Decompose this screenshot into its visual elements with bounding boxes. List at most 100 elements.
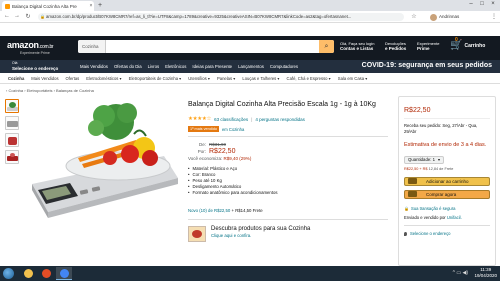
back-icon[interactable]: ← [3,13,11,19]
star-rating-icon[interactable]: ★★★★☆ [188,116,211,122]
price-label: Por: [197,149,206,154]
logo-subtitle[interactable]: Experimente Prime [20,51,50,55]
subnav-item[interactable]: Ofertas [66,76,80,81]
search-button[interactable]: ⌕ [319,40,334,53]
browser-tab[interactable]: Balança Digital Cozinha Alta Pre × [2,1,94,11]
subnav-item[interactable]: Mais Vendidos [31,76,58,81]
amazon-header: amazon.com.br Experimente Prime Cozinha … [0,36,500,60]
bookmark-star-icon[interactable]: ☆ [410,13,418,20]
bestseller-badge[interactable]: 1º mais vendido [188,126,219,132]
cart-count: 0 [455,37,458,43]
product-title: Balança Digital Cozinha Alta Precisão Es… [188,101,376,108]
quantity-select[interactable]: Quantidade: 1 ▾ [404,155,445,164]
seller-info: Enviado e vendido por Unifacil. [404,215,490,221]
reload-icon[interactable]: ↻ [24,13,32,20]
breadcrumb[interactable]: ‹ Cozinha › Eletroportáteis › Balanças d… [6,88,94,93]
seller-link[interactable]: Unifacil. [447,215,462,220]
shipping-cost: R$22,50 + R$ 12,84 de Frete [404,166,454,171]
ratings-count-link[interactable]: 63 classificações [214,117,248,122]
search-bar: Cozinha ⌕ [78,40,334,53]
new-offers-link[interactable]: Novo (10) de R$22,50 [188,208,230,213]
questions-link[interactable]: 4 perguntas respondidas [255,117,305,122]
tray-icons[interactable]: ^ ▭ ◀) [453,270,468,276]
nav-link[interactable]: Ideias para Presente [192,64,232,69]
secure-label: Sua transação é segura [410,205,456,211]
secure-transaction-link[interactable]: 🔒 Sua transação é segura [404,206,490,211]
address-bar[interactable]: 🔒 amazon.com.br/dp/product/B07KW8CMR7/re… [38,13,404,21]
window-close-button[interactable]: × [488,1,498,7]
ship-by-label: Enviado e vendido por [404,214,446,220]
image-thumbnails [5,99,19,167]
rating-separator: | [251,116,253,122]
thumbnail-3[interactable] [5,133,19,147]
subnav-item[interactable]: Café, Chá e Espresso ▾ [287,76,331,81]
buy-now-label: Comprar agora [426,191,457,197]
product-image[interactable] [26,96,180,222]
kitchen-promo[interactable]: Descubra produtos para sua Cozinha Cliqu… [188,226,388,246]
address-selector[interactable]: Olá Selecione o endereço [12,61,58,72]
add-to-cart-button[interactable]: Adicionar ao carrinho [404,176,490,186]
nav-link[interactable]: Mais Vendidos [80,64,108,69]
covid-promo-banner[interactable]: COVID-19: segurança em seus pedidos [362,62,492,69]
chrome-icon [59,268,69,278]
prime-link[interactable]: Experimente Prime [417,41,439,51]
subnav-item[interactable]: Panelas ▾ [217,76,235,81]
search-icon: ⌕ [324,43,329,50]
taskbar-app-explorer[interactable] [20,267,36,280]
kitchen-promo-title: Descubra produtos para sua Cozinha [211,226,311,232]
lock-icon: 🔒 [40,14,45,19]
account-menu[interactable]: Olá, Faça seu login Contas e Listas [340,41,374,51]
browser-toolbar: ← → ↻ 🔒 amazon.com.br/dp/product/B07KW8C… [0,11,500,23]
browser-menu-icon[interactable]: ⋮ [490,13,498,20]
list-price-label: De: [198,142,206,147]
buy-now-button[interactable]: Comprar agora [404,189,490,199]
orders-link[interactable]: Devoluções e Pedidos [385,41,406,51]
main-nav: Olá Selecione o endereço Mais Vendidos Of… [0,60,500,73]
shipping-estimate: Estimativa de envio de 3 a 4 dias. [404,142,487,148]
profile-button[interactable]: Andrinnas [430,13,492,21]
subnav-item[interactable]: Cozinha [8,76,24,81]
nav-link[interactable]: Livros [148,64,159,69]
nav-link[interactable]: Lançamentos [238,64,264,69]
bestseller-category-link[interactable]: em Cozinha [222,127,244,132]
forward-icon[interactable]: → [13,13,21,19]
search-category-select[interactable]: Cozinha [78,40,106,53]
nav-link[interactable]: Ofertas do Dia [114,64,142,69]
rating-row: ★★★★☆ 63 classificações | 4 perguntas re… [188,116,305,122]
window-minimize-button[interactable]: – [466,1,476,7]
delivery-estimate: Receba seu pedido: Seg, 27/Abr - Qua, 29… [404,123,478,134]
start-button[interactable] [3,268,14,279]
thumbnail-1[interactable] [5,99,19,113]
new-tab-button[interactable]: + [96,2,104,10]
amazon-logo[interactable]: amazon.com.br [7,40,54,50]
profile-name: Andrinnas [439,14,460,19]
orders-line2: e Pedidos [385,46,407,51]
cart-button[interactable]: 🛒 0 Carrinho [450,37,485,51]
subnav-item[interactable]: Eletrodomésticos ▾ [86,76,121,81]
taskbar-app-chrome[interactable] [56,267,72,280]
savings-value: R$9,40 (29%) [223,156,252,161]
subnav-item[interactable]: Utensílios ▾ [188,76,210,81]
subnav-item[interactable]: Sala em Casa ▾ [338,76,368,81]
kitchen-promo-link[interactable]: Clique aqui e confira. [211,233,310,238]
window-maximize-button[interactable]: □ [477,1,487,7]
tab-close-icon[interactable]: × [88,3,94,9]
taskbar-app-media[interactable] [38,267,54,280]
tomato-1 [121,145,139,163]
browser-tab-strip: Balança Digital Cozinha Alta Pre × + – □… [0,0,500,11]
divider [404,225,490,226]
subnav-item[interactable]: Eletroportáteis de Cozinha ▾ [129,76,182,81]
thumbnail-2[interactable] [5,116,19,130]
nav-link[interactable]: Eletrônicos [165,64,186,69]
clock[interactable]: 11:39 19/04/2020 [474,267,497,279]
thumbnail-4[interactable] [5,150,19,164]
address-select-link[interactable]: Selecione o endereço [404,231,490,236]
list-price: R$31,90 [209,142,227,147]
taskbar: ^ ▭ ◀) 11:39 19/04/2020 [0,266,500,281]
tomato-3 [103,151,117,165]
nav-link[interactable]: Computadores [270,64,298,69]
chevron-down-icon: ▾ [438,157,441,162]
prime-line2: Prime [417,46,430,51]
subnav-item[interactable]: Louças e Talheres ▾ [242,76,279,81]
buy-box: R$22,50 Receba seu pedido: Seg, 27/Abr -… [398,96,496,266]
